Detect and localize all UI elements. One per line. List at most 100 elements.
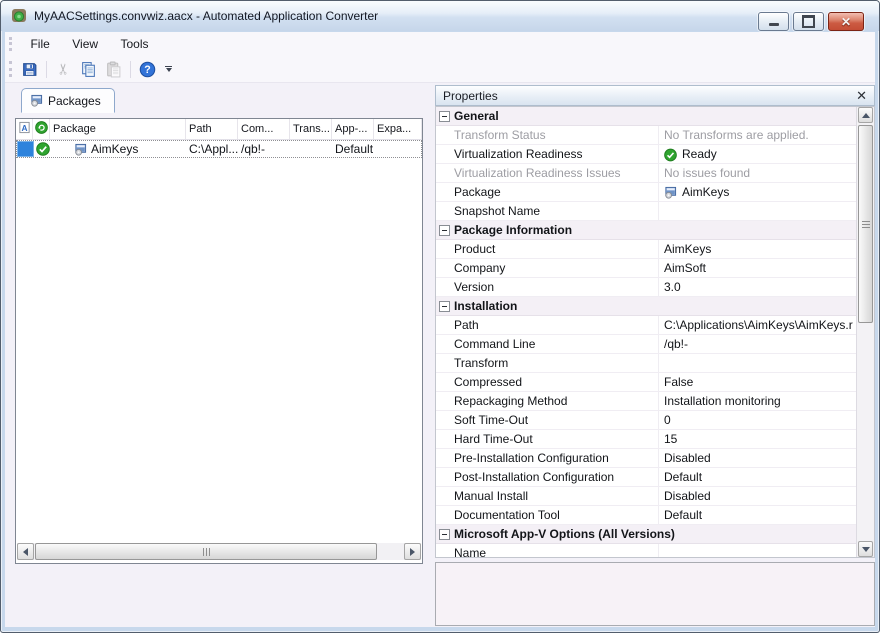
property-value[interactable] (658, 202, 857, 220)
column-header-path[interactable]: Path (186, 119, 238, 139)
property-value-text: False (664, 375, 693, 389)
collapse-toggle-icon[interactable] (439, 225, 450, 236)
toolbar-grip[interactable] (9, 61, 15, 77)
property-section-row[interactable]: Microsoft App-V Options (All Versions) (436, 525, 857, 544)
property-row[interactable]: Transform StatusNo Transforms are applie… (436, 126, 857, 145)
scroll-up-button[interactable] (858, 107, 873, 123)
collapse-toggle-icon[interactable] (439, 301, 450, 312)
save-button[interactable] (18, 58, 41, 80)
menu-view[interactable]: View (63, 32, 107, 56)
property-row[interactable]: PackageAimKeys (436, 183, 857, 202)
property-value[interactable]: 3.0 (658, 278, 857, 296)
property-row[interactable]: Name (436, 544, 857, 558)
row-command-cell[interactable]: /qb!- (239, 141, 291, 157)
property-row[interactable]: Repackaging MethodInstallation monitorin… (436, 392, 857, 411)
property-value[interactable]: AimKeys (658, 183, 857, 201)
property-value[interactable]: No issues found (658, 164, 857, 182)
window-title: MyAACSettings.convwiz.aacx - Automated A… (34, 9, 378, 23)
row-select-cell[interactable] (17, 141, 34, 157)
row-margin (436, 373, 452, 391)
property-value[interactable]: Disabled (658, 449, 857, 467)
titlebar[interactable]: MyAACSettings.convwiz.aacx - Automated A… (1, 1, 879, 31)
property-row[interactable]: ProductAimKeys (436, 240, 857, 259)
property-row[interactable]: CompressedFalse (436, 373, 857, 392)
scroll-down-button[interactable] (858, 541, 873, 557)
property-row[interactable]: Snapshot Name (436, 202, 857, 221)
property-section-row[interactable]: General (436, 107, 857, 126)
row-appv-cell[interactable]: Default (333, 141, 375, 157)
property-row[interactable]: Command Line/qb!- (436, 335, 857, 354)
property-label: Hard Time-Out (452, 432, 658, 446)
property-row[interactable]: Pre-Installation ConfigurationDisabled (436, 449, 857, 468)
close-button[interactable]: ✕ (828, 12, 864, 31)
property-value[interactable]: Disabled (658, 487, 857, 505)
property-row[interactable]: Hard Time-Out15 (436, 430, 857, 449)
property-row[interactable]: Virtualization ReadinessReady (436, 145, 857, 164)
property-row[interactable]: Post-Installation ConfigurationDefault (436, 468, 857, 487)
row-margin (436, 354, 452, 372)
column-header-package[interactable]: Package (50, 119, 186, 139)
property-value[interactable]: AimKeys (658, 240, 857, 258)
tab-packages[interactable]: Packages (21, 88, 115, 113)
property-row[interactable]: Soft Time-Out0 (436, 411, 857, 430)
vertical-scrollbar[interactable] (856, 107, 874, 557)
property-value-text: C:\Applications\AimKeys\AimKeys.r (664, 318, 853, 332)
scroll-right-button[interactable] (404, 543, 421, 560)
copy-button[interactable] (77, 58, 100, 80)
property-value[interactable]: No Transforms are applied. (658, 126, 857, 144)
property-value[interactable]: Default (658, 506, 857, 524)
property-value[interactable]: C:\Applications\AimKeys\AimKeys.r (658, 316, 857, 334)
property-section-row[interactable]: Package Information (436, 221, 857, 240)
toolbar-overflow-icon[interactable] (162, 58, 175, 80)
maximize-button[interactable] (793, 12, 824, 31)
property-value[interactable]: 0 (658, 411, 857, 429)
row-package-cell[interactable]: AimKeys (51, 141, 187, 157)
menu-grip[interactable] (9, 37, 15, 51)
column-header-app[interactable]: App-... (332, 119, 374, 139)
property-value[interactable] (658, 544, 857, 558)
property-row[interactable]: Documentation ToolDefault (436, 506, 857, 525)
paste-button (102, 58, 125, 80)
property-row[interactable]: Virtualization Readiness IssuesNo issues… (436, 164, 857, 183)
property-value-text: AimKeys (664, 242, 711, 256)
property-row[interactable]: PathC:\Applications\AimKeys\AimKeys.r (436, 316, 857, 335)
property-value[interactable]: Default (658, 468, 857, 486)
column-header-com[interactable]: Com... (238, 119, 290, 139)
property-row[interactable]: Transform (436, 354, 857, 373)
property-value[interactable]: Ready (658, 145, 857, 163)
property-row[interactable]: CompanyAimSoft (436, 259, 857, 278)
property-value[interactable] (658, 354, 857, 372)
scroll-left-button[interactable] (17, 543, 34, 560)
check-ok-icon (664, 148, 677, 161)
row-transform-cell[interactable] (291, 141, 333, 157)
row-margin (436, 297, 452, 315)
minimize-button[interactable] (758, 12, 789, 31)
menu-file[interactable]: File (21, 32, 58, 56)
help-button[interactable]: ? (136, 58, 159, 80)
column-header-report-icon[interactable]: A (16, 119, 33, 139)
property-value[interactable]: 15 (658, 430, 857, 448)
column-header-expa[interactable]: Expa... (374, 119, 422, 139)
property-value[interactable]: /qb!- (658, 335, 857, 353)
vertical-scroll-thumb[interactable] (858, 125, 873, 323)
property-row[interactable]: Manual InstallDisabled (436, 487, 857, 506)
column-header-status-refresh-icon[interactable] (33, 119, 50, 139)
column-header-trans[interactable]: Trans... (290, 119, 332, 139)
property-value[interactable]: False (658, 373, 857, 391)
row-margin (436, 430, 452, 448)
property-row[interactable]: Version3.0 (436, 278, 857, 297)
toolbar-separator (46, 61, 47, 78)
horizontal-scroll-thumb[interactable] (35, 543, 377, 560)
property-value[interactable]: Installation monitoring (658, 392, 857, 410)
package-row-aimkeys[interactable]: AimKeys C:\Appl... /qb!- Default (16, 140, 422, 158)
property-label: Virtualization Readiness (452, 147, 658, 161)
property-value[interactable]: AimSoft (658, 259, 857, 277)
row-expand-cell[interactable] (375, 141, 421, 157)
collapse-toggle-icon[interactable] (439, 529, 450, 540)
properties-close-icon[interactable]: ✕ (856, 89, 867, 102)
menu-tools[interactable]: Tools (112, 32, 158, 56)
collapse-toggle-icon[interactable] (439, 111, 450, 122)
row-path-cell[interactable]: C:\Appl... (187, 141, 239, 157)
property-section-row[interactable]: Installation (436, 297, 857, 316)
horizontal-scrollbar[interactable] (17, 543, 421, 560)
